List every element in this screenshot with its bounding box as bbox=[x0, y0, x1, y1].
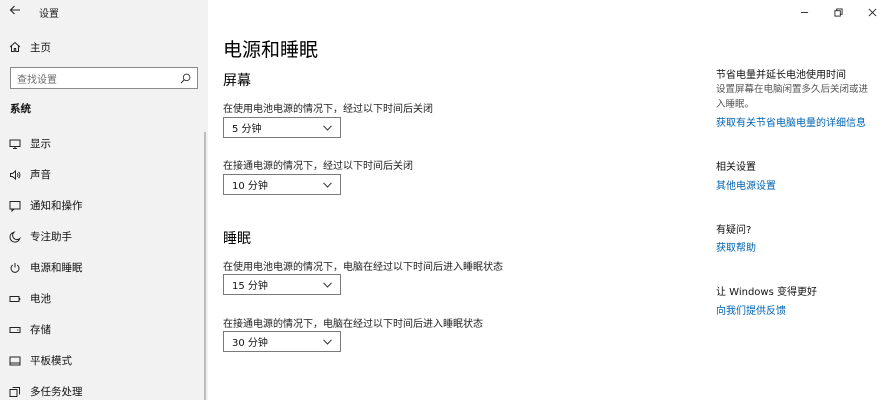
restore-button[interactable] bbox=[821, 0, 855, 24]
sidebar-item-label: 电源和睡眠 bbox=[30, 262, 83, 274]
sidebar-item-notifications[interactable]: 通知和操作 bbox=[0, 190, 208, 221]
chevron-down-icon bbox=[323, 281, 332, 288]
notification-icon bbox=[0, 200, 30, 212]
speaker-icon bbox=[0, 169, 30, 181]
sidebar: 设置 主页 查找设置 系统 显示 声音 通知和操作 专注助手 电源和睡眠 电池 … bbox=[0, 0, 208, 400]
sleep-plugged-dropdown[interactable]: 30 分钟 bbox=[223, 331, 341, 352]
tablet-icon bbox=[0, 355, 30, 367]
sidebar-item-multitasking[interactable]: 多任务处理 bbox=[0, 376, 208, 400]
sidebar-item-label: 多任务处理 bbox=[30, 386, 83, 398]
search-placeholder: 查找设置 bbox=[17, 74, 57, 86]
sidebar-item-label: 声音 bbox=[30, 169, 51, 181]
minimize-button[interactable] bbox=[787, 0, 821, 24]
back-arrow-icon bbox=[9, 4, 21, 20]
related-settings-heading: 相关设置 bbox=[716, 162, 756, 173]
window-controls bbox=[787, 0, 889, 24]
sleep-battery-dropdown[interactable]: 15 分钟 bbox=[223, 274, 341, 295]
home-icon bbox=[0, 41, 30, 53]
power-icon bbox=[0, 262, 30, 274]
screen-plugged-label: 在接通电源的情况下，经过以下时间后关闭 bbox=[223, 161, 413, 172]
dropdown-value: 30 分钟 bbox=[232, 338, 268, 349]
close-icon bbox=[868, 8, 877, 17]
chevron-down-icon bbox=[323, 181, 332, 188]
back-button[interactable] bbox=[0, 0, 30, 24]
section-label-system: 系统 bbox=[10, 103, 31, 115]
give-feedback-link[interactable]: 向我们提供反馈 bbox=[716, 302, 786, 317]
sidebar-item-home[interactable]: 主页 bbox=[0, 37, 208, 57]
section-heading-screen: 屏幕 bbox=[223, 73, 251, 89]
dropdown-value: 15 分钟 bbox=[232, 281, 268, 292]
screen-battery-label: 在使用电池电源的情况下，经过以下时间后关闭 bbox=[223, 104, 433, 115]
feedback-heading: 让 Windows 变得更好 bbox=[716, 287, 817, 298]
sidebar-item-label: 主页 bbox=[30, 41, 51, 54]
sidebar-item-battery[interactable]: 电池 bbox=[0, 283, 208, 314]
search-input[interactable]: 查找设置 bbox=[10, 67, 198, 89]
monitor-icon bbox=[0, 138, 30, 150]
sidebar-item-label: 通知和操作 bbox=[30, 200, 83, 212]
sidebar-item-power-sleep[interactable]: 电源和睡眠 bbox=[0, 252, 208, 283]
sidebar-item-label: 电池 bbox=[30, 293, 51, 305]
dropdown-value: 10 分钟 bbox=[232, 181, 268, 192]
chevron-down-icon bbox=[323, 124, 332, 131]
sidebar-item-sound[interactable]: 声音 bbox=[0, 159, 208, 190]
section-heading-sleep: 睡眠 bbox=[223, 231, 251, 247]
save-power-heading: 节省电量并延长电池使用时间 bbox=[716, 70, 846, 81]
sidebar-nav-list: 显示 声音 通知和操作 专注助手 电源和睡眠 电池 存储 平板模式 多任务处理 bbox=[0, 128, 208, 400]
sidebar-item-storage[interactable]: 存储 bbox=[0, 314, 208, 345]
sidebar-item-label: 显示 bbox=[30, 138, 51, 150]
page-title: 电源和睡眠 bbox=[223, 39, 319, 61]
storage-icon bbox=[0, 324, 30, 336]
moon-icon bbox=[0, 230, 30, 243]
sidebar-scrollbar[interactable] bbox=[204, 132, 206, 400]
restore-icon bbox=[833, 7, 843, 17]
minimize-icon bbox=[800, 8, 809, 17]
sidebar-item-tablet-mode[interactable]: 平板模式 bbox=[0, 345, 208, 376]
save-power-link[interactable]: 获取有关节省电脑电量的详细信息 bbox=[716, 114, 866, 129]
app-title: 设置 bbox=[39, 8, 59, 20]
search-icon[interactable] bbox=[180, 73, 191, 84]
sidebar-item-display[interactable]: 显示 bbox=[0, 128, 208, 159]
battery-icon bbox=[0, 293, 30, 305]
sidebar-item-label: 平板模式 bbox=[30, 355, 72, 367]
sidebar-item-label: 存储 bbox=[30, 324, 51, 336]
get-help-link[interactable]: 获取帮助 bbox=[716, 239, 756, 254]
screen-battery-dropdown[interactable]: 5 分钟 bbox=[223, 117, 341, 138]
save-power-description: 设置屏幕在电脑闲置多久后关闭或进入睡眠。 bbox=[716, 84, 869, 110]
screen-plugged-dropdown[interactable]: 10 分钟 bbox=[223, 174, 341, 195]
dropdown-value: 5 分钟 bbox=[232, 124, 262, 135]
title-bar: 设置 bbox=[0, 0, 208, 24]
question-heading: 有疑问? bbox=[716, 225, 752, 236]
sleep-battery-label: 在使用电池电源的情况下，电脑在经过以下时间后进入睡眠状态 bbox=[223, 262, 503, 273]
close-button[interactable] bbox=[855, 0, 889, 24]
additional-power-settings-link[interactable]: 其他电源设置 bbox=[716, 177, 776, 192]
sleep-plugged-label: 在接通电源的情况下，电脑在经过以下时间后进入睡眠状态 bbox=[223, 319, 483, 330]
multitask-icon bbox=[0, 386, 30, 398]
sidebar-item-label: 专注助手 bbox=[30, 231, 72, 243]
sidebar-item-focus-assist[interactable]: 专注助手 bbox=[0, 221, 208, 252]
chevron-down-icon bbox=[323, 338, 332, 345]
